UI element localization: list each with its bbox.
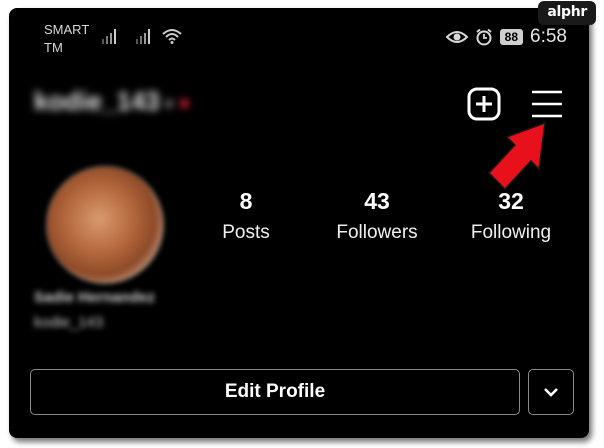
following-label: Following [470, 222, 552, 243]
live-dot [179, 98, 189, 108]
bio-name: Sadie Hernandez [34, 289, 155, 306]
followers-count: 43 [364, 188, 390, 214]
following-count: 32 [498, 188, 524, 214]
edit-profile-button[interactable]: Edit Profile [30, 369, 520, 415]
avatar[interactable] [45, 165, 165, 285]
menu-icon[interactable] [527, 84, 567, 124]
edit-profile-label: Edit Profile [224, 381, 326, 402]
stat-followers[interactable]: 43 Followers [327, 188, 427, 248]
followers-label: Followers [336, 222, 418, 243]
clock: 6:58 [530, 26, 567, 47]
bio-username: kodie_143 [34, 314, 104, 331]
status-right: 88 6:58 [445, 26, 567, 48]
posts-count: 8 [239, 188, 253, 214]
signal-icon [102, 29, 116, 44]
stat-posts[interactable]: 8 Posts [209, 188, 283, 248]
wifi-icon [162, 29, 182, 44]
posts-label: Posts [222, 222, 270, 243]
add-post-icon[interactable] [464, 84, 504, 124]
carrier-line1: SMART [44, 22, 90, 37]
alphr-watermark: alphr [538, 1, 596, 25]
username-text: kodie_143 [34, 86, 160, 116]
username[interactable]: kodie_143 ▾ [34, 86, 189, 117]
stat-following[interactable]: 32 Following [461, 188, 561, 248]
battery-icon: 88 [499, 29, 524, 45]
eye-icon [445, 31, 468, 43]
status-bar: SMART TM 88 6:58 [9, 8, 589, 63]
carrier-label: SMART TM [44, 21, 89, 57]
red-arrow-icon [487, 121, 546, 191]
alarm-icon [476, 28, 492, 46]
suggestions-dropdown-button[interactable] [528, 369, 574, 415]
carrier-line2: TM [44, 40, 63, 55]
phone-screen: SMART TM 88 6:58 kodie_143 ▾ 8 Posts 43 … [9, 8, 589, 438]
signal-icon [136, 29, 150, 44]
chevron-down-icon [544, 388, 558, 397]
